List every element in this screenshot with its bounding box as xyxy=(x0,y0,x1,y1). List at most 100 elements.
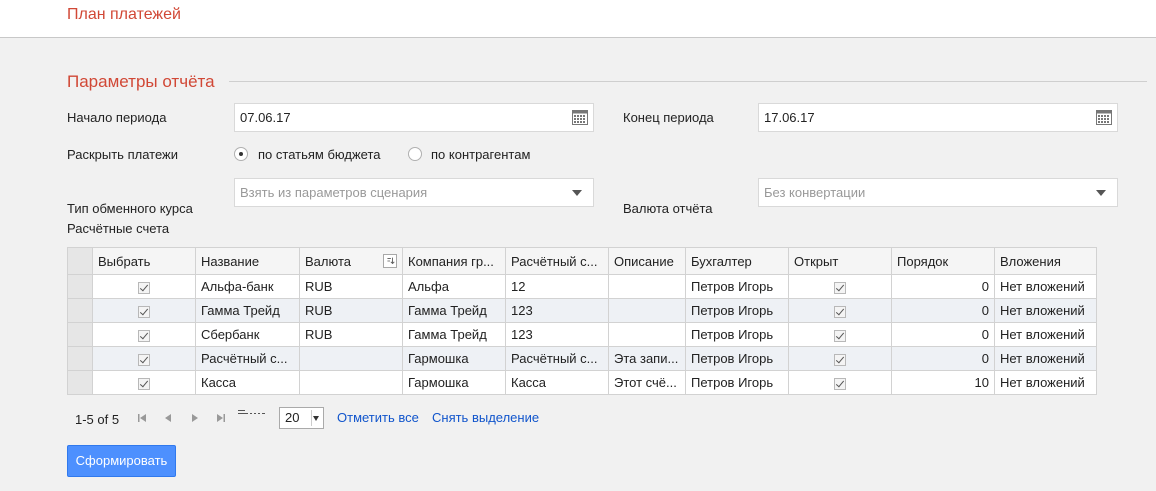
last-page-icon[interactable] xyxy=(216,413,226,423)
open-cell[interactable] xyxy=(788,322,892,347)
description-cell[interactable] xyxy=(608,298,686,323)
select-cell[interactable] xyxy=(92,322,196,347)
name-cell[interactable]: Сбербанк xyxy=(195,322,300,347)
row-header[interactable] xyxy=(67,298,93,323)
open-cell[interactable] xyxy=(788,370,892,395)
checkbox-checked[interactable] xyxy=(138,305,150,318)
column-header-description[interactable]: Описание xyxy=(608,247,686,275)
checkbox-checked[interactable] xyxy=(138,353,150,366)
select-cell[interactable] xyxy=(92,370,196,395)
page-size-select[interactable]: 20 xyxy=(279,407,324,429)
checkbox-checked[interactable] xyxy=(834,305,846,318)
select-cell[interactable] xyxy=(92,298,196,323)
checkbox-checked[interactable] xyxy=(834,329,846,342)
description-cell[interactable] xyxy=(608,274,686,299)
checkbox-checked[interactable] xyxy=(834,281,846,294)
table-row[interactable]: Касса Гармошка Касса Этот счё... Петров … xyxy=(67,370,1097,395)
description-cell[interactable] xyxy=(608,322,686,347)
column-header-currency[interactable]: Валюта xyxy=(299,247,403,275)
table-row[interactable]: Сбербанк RUB Гамма Трейд 123 Петров Игор… xyxy=(67,322,1097,347)
first-page-icon[interactable] xyxy=(137,413,147,423)
table-row[interactable]: Гамма Трейд RUB Гамма Трейд 123 Петров И… xyxy=(67,298,1097,323)
rate-type-select[interactable]: Взять из параметров сценария xyxy=(234,178,594,207)
description-cell[interactable]: Этот счё... xyxy=(608,370,686,395)
company-cell[interactable]: Гамма Трейд xyxy=(402,298,506,323)
chevron-down-icon[interactable] xyxy=(1096,190,1106,196)
company-cell[interactable]: Альфа xyxy=(402,274,506,299)
period-start-input[interactable]: 07.06.17 xyxy=(234,103,594,132)
currency-select[interactable]: Без конвертации xyxy=(758,178,1118,207)
attachments-cell[interactable]: Нет вложений xyxy=(994,274,1097,299)
order-cell[interactable]: 10 xyxy=(891,370,995,395)
column-header-open[interactable]: Открыт xyxy=(788,247,892,275)
row-header[interactable] xyxy=(67,274,93,299)
name-cell[interactable]: Гамма Трейд xyxy=(195,298,300,323)
table-row[interactable]: Расчётный с... Гармошка Расчётный с... Э… xyxy=(67,346,1097,371)
checkbox-checked[interactable] xyxy=(834,353,846,366)
select-all-link[interactable]: Отметить все xyxy=(337,410,419,425)
accountant-cell[interactable]: Петров Игорь xyxy=(685,322,789,347)
currency-cell[interactable]: RUB xyxy=(299,322,403,347)
column-header-accountant[interactable]: Бухгалтер xyxy=(685,247,789,275)
checkbox-checked[interactable] xyxy=(138,377,150,390)
account-cell[interactable]: Расчётный с... xyxy=(505,346,609,371)
checkbox-checked[interactable] xyxy=(834,377,846,390)
currency-cell[interactable]: RUB xyxy=(299,298,403,323)
attachments-cell[interactable]: Нет вложений xyxy=(994,322,1097,347)
column-header-company[interactable]: Компания гр... xyxy=(402,247,506,275)
account-cell[interactable]: Касса xyxy=(505,370,609,395)
company-cell[interactable]: Гармошка xyxy=(402,346,506,371)
currency-cell[interactable] xyxy=(299,370,403,395)
order-cell[interactable]: 0 xyxy=(891,298,995,323)
radio-budget[interactable] xyxy=(234,147,248,161)
order-cell[interactable]: 0 xyxy=(891,274,995,299)
radio-budget-label[interactable]: по статьям бюджета xyxy=(258,147,380,162)
accountant-cell[interactable]: Петров Игорь xyxy=(685,274,789,299)
column-header-attachments[interactable]: Вложения xyxy=(994,247,1097,275)
accountant-cell[interactable]: Петров Игорь xyxy=(685,298,789,323)
chevron-down-icon[interactable] xyxy=(572,190,582,196)
name-cell[interactable]: Альфа-банк xyxy=(195,274,300,299)
company-cell[interactable]: Гармошка xyxy=(402,370,506,395)
attachments-cell[interactable]: Нет вложений xyxy=(994,298,1097,323)
column-header-select[interactable]: Выбрать xyxy=(92,247,196,275)
order-cell[interactable]: 0 xyxy=(891,346,995,371)
column-header-order[interactable]: Порядок xyxy=(891,247,995,275)
account-cell[interactable]: 123 xyxy=(505,298,609,323)
period-end-input[interactable]: 17.06.17 xyxy=(758,103,1118,132)
attachments-cell[interactable]: Нет вложений xyxy=(994,346,1097,371)
radio-counterparty-label[interactable]: по контрагентам xyxy=(431,147,530,162)
account-cell[interactable]: 12 xyxy=(505,274,609,299)
open-cell[interactable] xyxy=(788,274,892,299)
next-page-icon[interactable] xyxy=(190,413,200,423)
order-cell[interactable]: 0 xyxy=(891,322,995,347)
chevron-down-icon[interactable] xyxy=(313,416,319,421)
currency-cell[interactable]: RUB xyxy=(299,274,403,299)
name-cell[interactable]: Касса xyxy=(195,370,300,395)
row-header[interactable] xyxy=(67,370,93,395)
row-header-corner[interactable] xyxy=(67,247,93,275)
select-cell[interactable] xyxy=(92,274,196,299)
company-cell[interactable]: Гамма Трейд xyxy=(402,322,506,347)
description-cell[interactable]: Эта запи... xyxy=(608,346,686,371)
generate-button[interactable]: Сформировать xyxy=(67,445,176,477)
name-cell[interactable]: Расчётный с... xyxy=(195,346,300,371)
table-row[interactable]: Альфа-банк RUB Альфа 12 Петров Игорь 0 Н… xyxy=(67,274,1097,299)
prev-page-icon[interactable] xyxy=(163,413,173,423)
row-header[interactable] xyxy=(67,322,93,347)
column-header-account[interactable]: Расчётный с... xyxy=(505,247,609,275)
calendar-icon[interactable] xyxy=(1096,110,1112,125)
calendar-icon[interactable] xyxy=(572,110,588,125)
attachments-cell[interactable]: Нет вложений xyxy=(994,370,1097,395)
radio-counterparty[interactable] xyxy=(408,147,422,161)
account-cell[interactable]: 123 xyxy=(505,322,609,347)
accountant-cell[interactable]: Петров Игорь xyxy=(685,346,789,371)
clear-selection-link[interactable]: Снять выделение xyxy=(432,410,539,425)
sort-menu-icon[interactable] xyxy=(383,254,397,268)
checkbox-checked[interactable] xyxy=(138,281,150,294)
accountant-cell[interactable]: Петров Игорь xyxy=(685,370,789,395)
row-header[interactable] xyxy=(67,346,93,371)
open-cell[interactable] xyxy=(788,298,892,323)
checkbox-checked[interactable] xyxy=(138,329,150,342)
select-cell[interactable] xyxy=(92,346,196,371)
